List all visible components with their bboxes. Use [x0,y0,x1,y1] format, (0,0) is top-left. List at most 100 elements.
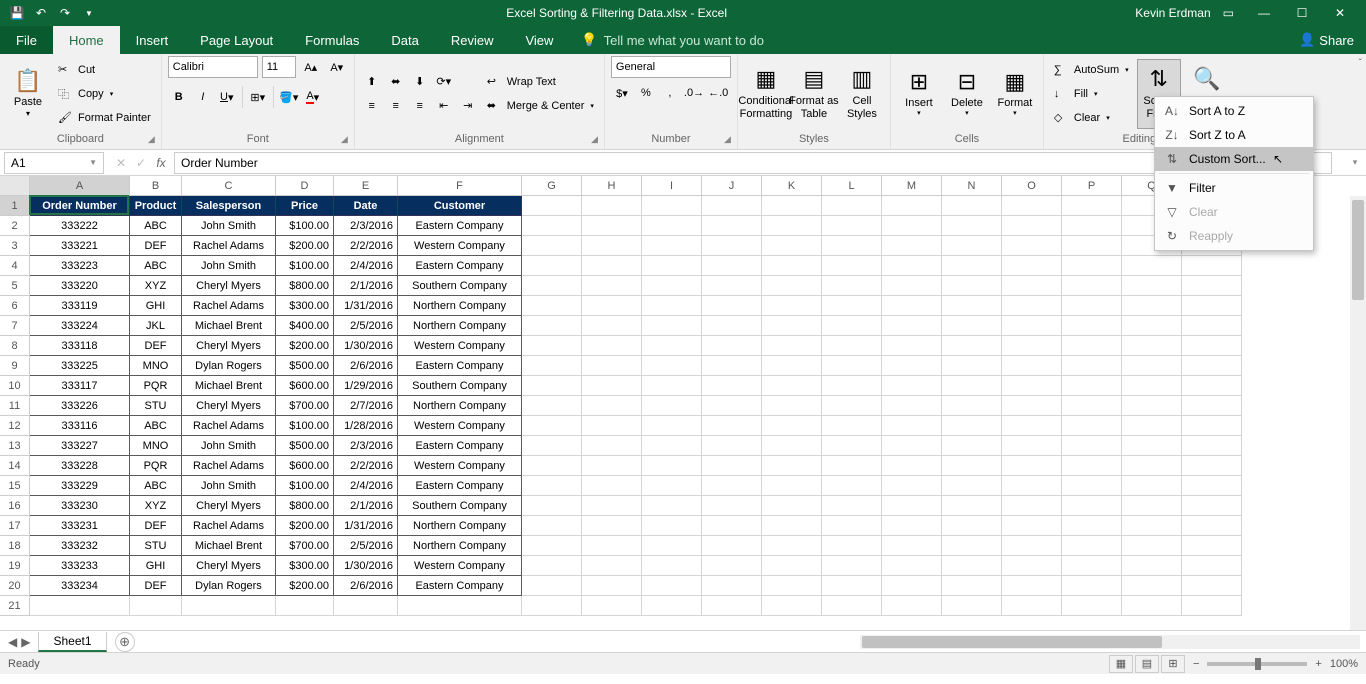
cell[interactable] [1122,336,1182,356]
cell[interactable] [642,316,702,336]
underline-button[interactable]: U▾ [216,86,238,108]
cell[interactable] [30,596,130,616]
cell[interactable] [642,456,702,476]
increase-font-icon[interactable]: A▴ [300,56,322,78]
cell[interactable] [1002,296,1062,316]
cell[interactable] [1002,276,1062,296]
cell[interactable] [522,396,582,416]
cell[interactable]: MNO [130,436,182,456]
tab-view[interactable]: View [509,26,569,54]
cell[interactable] [1002,416,1062,436]
cell[interactable] [882,356,942,376]
cell[interactable] [582,476,642,496]
cell[interactable] [1122,556,1182,576]
font-size-input[interactable] [262,56,296,78]
cell[interactable] [1122,496,1182,516]
cell[interactable]: $600.00 [276,376,334,396]
cell[interactable] [702,256,762,276]
cell[interactable]: 2/1/2016 [334,276,398,296]
cell[interactable] [1182,316,1242,336]
cell[interactable] [522,236,582,256]
cell[interactable] [1062,456,1122,476]
cell[interactable] [1002,236,1062,256]
cut-button[interactable]: ✂Cut [54,59,155,81]
clear-button[interactable]: ◇Clear▾ [1050,107,1133,129]
zoom-handle[interactable] [1255,658,1261,670]
cell[interactable] [822,256,882,276]
cell[interactable]: Michael Brent [182,316,276,336]
cell[interactable] [642,276,702,296]
ribbon-display-options-icon[interactable]: ▭ [1223,6,1234,20]
column-header[interactable]: J [702,176,762,196]
cell[interactable]: Western Company [398,236,522,256]
cell[interactable]: $300.00 [276,296,334,316]
cell[interactable] [582,596,642,616]
cell[interactable] [702,596,762,616]
cell[interactable]: $100.00 [276,416,334,436]
align-right-icon[interactable]: ≡ [409,95,431,117]
cell[interactable] [822,316,882,336]
user-name[interactable]: Kevin Erdman [1135,6,1210,20]
dialog-launcher-icon[interactable]: ◢ [341,134,348,145]
cell[interactable]: Southern Company [398,496,522,516]
cell[interactable] [762,576,822,596]
cell[interactable] [1002,256,1062,276]
cancel-icon[interactable]: ✕ [112,156,130,170]
column-header[interactable]: H [582,176,642,196]
cell[interactable] [762,436,822,456]
cell[interactable] [822,236,882,256]
cell[interactable]: 333222 [30,216,130,236]
cell[interactable] [822,596,882,616]
cell[interactable] [1062,276,1122,296]
cell[interactable]: 2/2/2016 [334,236,398,256]
cell[interactable]: $700.00 [276,536,334,556]
cell[interactable] [1182,556,1242,576]
cell[interactable] [1062,576,1122,596]
cell[interactable] [822,356,882,376]
cell[interactable] [642,356,702,376]
cell[interactable]: GHI [130,556,182,576]
cell[interactable]: Eastern Company [398,256,522,276]
cell[interactable]: Western Company [398,336,522,356]
cell[interactable] [882,396,942,416]
insert-cells-button[interactable]: ⊞Insert▾ [897,59,941,129]
cell[interactable] [582,356,642,376]
tab-data[interactable]: Data [375,26,434,54]
redo-icon[interactable]: ↷ [56,4,74,22]
cell[interactable] [1182,476,1242,496]
vertical-scrollbar[interactable] [1350,196,1366,630]
cell[interactable] [942,456,1002,476]
cell[interactable] [1122,256,1182,276]
borders-button[interactable]: ⊞▾ [247,86,269,108]
column-header[interactable]: C [182,176,276,196]
cell[interactable] [762,236,822,256]
cell[interactable] [582,456,642,476]
row-header[interactable]: 3 [0,236,30,256]
table-header-cell[interactable]: Customer [398,196,522,216]
save-icon[interactable]: 💾 [8,4,26,22]
zoom-level[interactable]: 100% [1330,658,1358,670]
cell[interactable] [882,576,942,596]
cell[interactable] [522,596,582,616]
decrease-decimal-icon[interactable]: ←.0 [707,82,729,104]
paste-button[interactable]: 📋 Paste ▾ [6,59,50,129]
cell[interactable] [1062,356,1122,376]
cell[interactable]: 333117 [30,376,130,396]
tell-me-search[interactable]: 💡 Tell me what you want to do [569,26,1287,54]
row-header[interactable]: 18 [0,536,30,556]
cell[interactable]: Northern Company [398,516,522,536]
cell[interactable] [822,376,882,396]
column-header[interactable]: L [822,176,882,196]
autosum-button[interactable]: ∑AutoSum▾ [1050,59,1133,81]
cell[interactable]: Dylan Rogers [182,356,276,376]
cell[interactable] [1062,596,1122,616]
row-header[interactable]: 20 [0,576,30,596]
cell[interactable] [522,576,582,596]
cell[interactable] [822,416,882,436]
wrap-text-button[interactable]: ↩Wrap Text [483,71,598,93]
cell[interactable] [702,196,762,216]
cell[interactable] [702,516,762,536]
cell[interactable]: Western Company [398,556,522,576]
cell[interactable]: $100.00 [276,476,334,496]
cell[interactable]: Western Company [398,416,522,436]
